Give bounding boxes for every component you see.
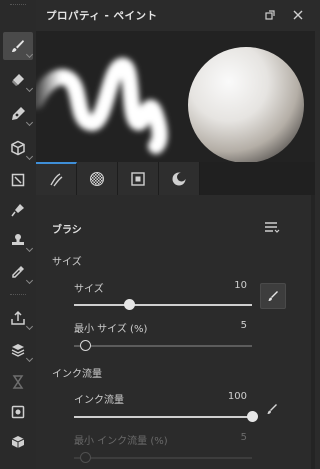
smudge-icon <box>11 204 24 217</box>
brush-properties: ブラシ サイズ サイズ 10 最小 サイズ (%) 5 インク流量 インク流量 … <box>36 195 315 469</box>
clone-tool[interactable] <box>3 226 34 254</box>
properties-panel: プロパティ - ペイント ブラシ サイズ サイズ 10 最小 サイズ (%) 5… <box>36 0 315 469</box>
pen-icon <box>12 107 25 120</box>
size-label: サイズ <box>74 284 104 295</box>
checker-sphere-icon <box>90 171 104 186</box>
pen-tool[interactable] <box>3 100 34 128</box>
strip-grip[interactable] <box>10 4 26 7</box>
bake-tool[interactable] <box>3 336 34 364</box>
min-flow-value: 5 <box>240 432 247 443</box>
undock-button[interactable] <box>263 8 277 22</box>
min-size-slider[interactable] <box>74 340 252 352</box>
eraser-tool[interactable] <box>3 66 34 94</box>
min-size-label: 最小 サイズ (%) <box>74 324 148 335</box>
display-box-icon <box>11 436 25 448</box>
hourglass-icon <box>12 375 24 389</box>
flow-value[interactable]: 100 <box>228 391 247 402</box>
min-flow-label: 最小 インク流量 (%) <box>74 436 168 447</box>
tab-environment[interactable] <box>159 162 200 195</box>
preset-menu-button[interactable] <box>264 219 280 235</box>
panel-scrollbar[interactable] <box>311 195 315 469</box>
brush-tool[interactable] <box>3 32 34 60</box>
tool-strip <box>0 0 37 469</box>
size-slider-thumb[interactable] <box>124 299 136 310</box>
undock-icon <box>265 10 275 20</box>
brush-icon <box>12 40 24 52</box>
cube-icon <box>11 140 25 156</box>
menu-list-icon <box>265 222 280 233</box>
property-tabs <box>36 162 315 195</box>
brush-preview <box>36 31 315 162</box>
eyedropper-icon <box>12 266 24 278</box>
size-slider[interactable] <box>74 299 252 311</box>
group-label-size: サイズ <box>52 257 82 268</box>
smudge-tool[interactable] <box>3 196 33 224</box>
panel-title: プロパティ - ペイント <box>46 10 158 22</box>
pen-pressure-icon <box>267 404 277 414</box>
stroke-preview <box>36 58 168 154</box>
panel-titlebar[interactable]: プロパティ - ペイント <box>36 0 315 30</box>
display-tool[interactable] <box>3 428 33 456</box>
projection-tool[interactable] <box>3 166 33 194</box>
brush-stroke-icon <box>50 172 63 186</box>
flow-label: インク流量 <box>74 395 124 406</box>
material-sphere-preview <box>188 47 304 162</box>
3d-tool[interactable] <box>3 134 34 162</box>
history-tool[interactable] <box>3 368 33 396</box>
group-label-flow: インク流量 <box>52 369 102 380</box>
min-flow-slider-thumb <box>79 452 91 463</box>
min-size-slider-thumb[interactable] <box>79 340 91 351</box>
pen-pressure-icon <box>268 291 278 301</box>
flow-slider[interactable] <box>74 411 258 423</box>
section-title-brush: ブラシ <box>52 225 82 236</box>
moon-sphere-icon <box>172 172 186 185</box>
tab-brush[interactable] <box>36 162 77 195</box>
min-flow-slider <box>74 452 252 464</box>
tab-material[interactable] <box>77 162 118 195</box>
eraser-icon <box>12 74 24 86</box>
min-size-value[interactable]: 5 <box>241 320 247 331</box>
flow-slider-thumb[interactable] <box>247 411 258 422</box>
export-icon <box>11 310 25 325</box>
projection-icon <box>11 173 25 187</box>
close-icon <box>293 10 303 20</box>
color-picker-tool[interactable] <box>3 258 34 286</box>
size-value[interactable]: 10 <box>234 280 247 291</box>
tab-mask[interactable] <box>118 162 159 195</box>
flow-pen-pressure-button[interactable] <box>260 397 284 421</box>
size-pen-pressure-button[interactable] <box>260 283 286 309</box>
bake-icon <box>11 344 25 357</box>
viewer-icon <box>11 405 25 419</box>
close-button[interactable] <box>291 8 305 22</box>
export-tool[interactable] <box>3 304 34 332</box>
alpha-square-icon <box>131 171 145 186</box>
stamp-icon <box>12 234 24 245</box>
viewer-tool[interactable] <box>3 398 33 426</box>
